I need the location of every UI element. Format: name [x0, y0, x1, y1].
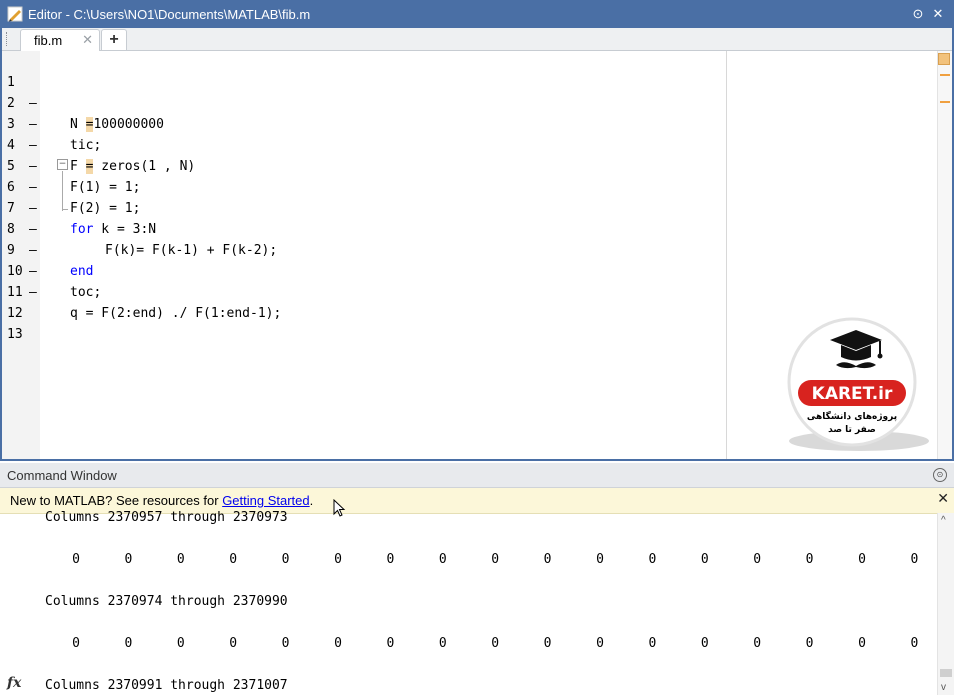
- code-fold-toggle[interactable]: −: [57, 159, 68, 170]
- code-fold-end: [62, 209, 68, 210]
- line-number: 13: [7, 327, 23, 342]
- code-fold-line: [62, 171, 63, 211]
- karet-logo: KARET.ir پروژه‌های دانشگاهی صفر تا صد: [787, 317, 929, 451]
- mouse-cursor-icon: [333, 499, 346, 517]
- scroll-up-icon[interactable]: ^: [941, 515, 946, 526]
- editor-message-bar[interactable]: [937, 51, 952, 459]
- warning-marker[interactable]: [940, 74, 950, 76]
- code-line-11[interactable]: 11: [2, 261, 722, 300]
- command-window-title-bar[interactable]: Command Window ⊙: [0, 463, 954, 488]
- code-line-6[interactable]: 6 – for k = 3:N: [2, 156, 722, 237]
- output-value: 0: [176, 552, 185, 567]
- output-value: 0: [124, 552, 133, 567]
- getting-started-link[interactable]: Getting Started: [222, 493, 309, 508]
- output-value: 0: [72, 552, 80, 567]
- editor-app-icon: [7, 6, 23, 22]
- tab-label: fib.m: [34, 33, 63, 48]
- output-value: 0: [72, 636, 80, 651]
- output-columns-header: Columns 2370957 through 2370973: [45, 510, 288, 525]
- output-value: 0: [386, 636, 395, 651]
- code-line-1[interactable]: 1 – N =100000000: [2, 51, 722, 132]
- output-value: 0: [648, 552, 657, 567]
- code-line-8[interactable]: 8 – end: [2, 198, 722, 279]
- output-value: 0: [491, 552, 500, 567]
- logo-line1: پروژه‌های دانشگاهی: [807, 410, 897, 422]
- command-window: Command Window ⊙ New to MATLAB? See reso…: [0, 463, 954, 695]
- command-window-title: Command Window: [7, 468, 117, 483]
- warning-marker[interactable]: [940, 101, 950, 103]
- new-tab-button[interactable]: +: [101, 29, 127, 50]
- code-line-4[interactable]: 4 – F(1) = 1;: [2, 114, 722, 195]
- tab-fib-m[interactable]: fib.m ✕: [20, 29, 100, 51]
- output-value: 0: [281, 636, 290, 651]
- output-value: 0: [334, 552, 342, 567]
- output-value: 0: [229, 552, 238, 567]
- output-value: 0: [176, 636, 185, 651]
- right-margin-line: [726, 51, 727, 459]
- output-columns-header: Columns 2370991 through 2371007: [45, 678, 288, 693]
- scroll-down-icon[interactable]: v: [941, 682, 946, 693]
- output-value: 0: [438, 552, 447, 567]
- code-line-9[interactable]: 9 – toc;: [2, 219, 722, 300]
- banner-close-icon[interactable]: ✕: [937, 490, 949, 507]
- output-value: 0: [910, 636, 919, 651]
- output-value: 0: [700, 636, 709, 651]
- output-value: 0: [438, 636, 447, 651]
- output-value: 0: [229, 636, 238, 651]
- output-value: 0: [386, 552, 395, 567]
- output-value: 0: [753, 636, 762, 651]
- code-line-7[interactable]: 7 – F(k)= F(k-1) + F(k-2);: [2, 177, 722, 258]
- tab-close-icon[interactable]: ✕: [82, 32, 93, 48]
- command-window-scrollbar[interactable]: ^ v: [937, 513, 954, 695]
- output-value: 0: [805, 552, 814, 567]
- output-value: 0: [700, 552, 709, 567]
- output-value: 0: [858, 636, 866, 651]
- code-line-10[interactable]: 10 – q = F(2:end) ./ F(1:end-1);: [2, 240, 722, 321]
- output-value: 0: [543, 552, 552, 567]
- editor-title-bar[interactable]: Editor - C:\Users\NO1\Documents\MATLAB\f…: [2, 2, 952, 28]
- code-line-12[interactable]: 12: [2, 282, 722, 321]
- tab-grip-icon[interactable]: [6, 32, 10, 46]
- warning-indicator-icon[interactable]: [938, 53, 950, 65]
- function-browser-icon[interactable]: fx: [7, 675, 21, 691]
- output-value: 0: [334, 636, 342, 651]
- editor-minimize-icon[interactable]: ⊙: [910, 6, 926, 22]
- output-value: 0: [596, 636, 604, 651]
- logo-line2: صفر تا صد: [828, 425, 876, 435]
- output-value: 0: [491, 636, 500, 651]
- output-columns-header: Columns 2370974 through 2370990: [45, 594, 288, 609]
- editor-window: Editor - C:\Users\NO1\Documents\MATLAB\f…: [0, 0, 954, 461]
- output-value: 0: [124, 636, 133, 651]
- output-value: 0: [648, 636, 657, 651]
- code-line-5[interactable]: 5 – F(2) = 1;: [2, 135, 722, 216]
- editor-title: Editor - C:\Users\NO1\Documents\MATLAB\f…: [28, 7, 311, 22]
- output-value: 0: [753, 552, 762, 567]
- banner-text: New to MATLAB? See resources for Getting…: [10, 493, 314, 508]
- code-line-13[interactable]: 13: [2, 303, 722, 342]
- code-line-3[interactable]: 3 – F = zeros(1 , N): [2, 93, 722, 174]
- editor-close-icon[interactable]: ✕: [930, 6, 946, 22]
- editor-tab-strip: fib.m ✕ +: [2, 28, 952, 51]
- output-value: 0: [281, 552, 290, 567]
- output-value: 0: [858, 552, 866, 567]
- logo-brand-text: KARET.ir: [812, 384, 893, 404]
- output-value: 0: [805, 636, 814, 651]
- code-line-2[interactable]: 2 – tic;: [2, 72, 722, 153]
- command-window-actions-icon[interactable]: ⊙: [933, 468, 947, 482]
- scrollbar-thumb[interactable]: [940, 669, 952, 677]
- output-value: 0: [543, 636, 552, 651]
- output-value: 0: [596, 552, 604, 567]
- output-value: 0: [910, 552, 919, 567]
